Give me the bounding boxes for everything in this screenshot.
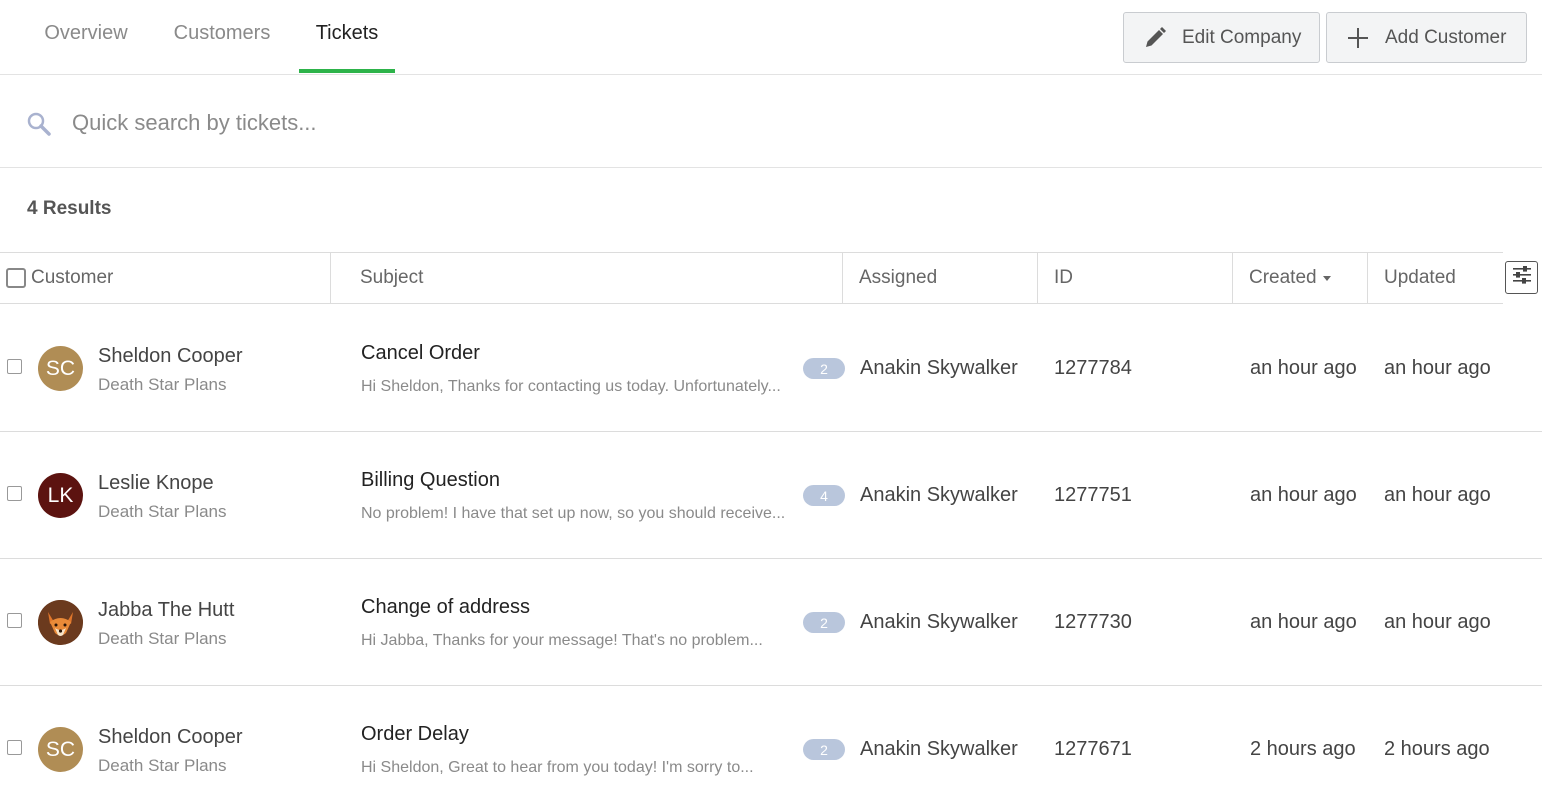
created-time: an hour ago bbox=[1250, 357, 1357, 379]
add-customer-label: Add Customer bbox=[1385, 26, 1507, 48]
sort-desc-icon bbox=[1322, 275, 1331, 281]
column-label: Customer bbox=[31, 267, 114, 288]
avatar-initials: SC bbox=[45, 356, 76, 380]
column-label: ID bbox=[1054, 267, 1073, 288]
column-label: Subject bbox=[360, 267, 424, 288]
column-header-customer[interactable]: Customer bbox=[0, 253, 331, 303]
plus-icon bbox=[1345, 25, 1371, 51]
updated-time: an hour ago bbox=[1384, 611, 1491, 633]
pencil-icon bbox=[1142, 25, 1168, 51]
table-header: Customer Subject Assigned ID Created Upd… bbox=[0, 252, 1503, 304]
ticket-id: 1277784 bbox=[1054, 357, 1132, 379]
ticket-preview: Hi Sheldon, Great to hear from you today… bbox=[361, 759, 754, 776]
message-count-badge: 2 bbox=[803, 358, 845, 379]
edit-company-label: Edit Company bbox=[1182, 26, 1302, 48]
column-header-subject[interactable]: Subject bbox=[331, 253, 843, 303]
table-row[interactable]: SC Sheldon Cooper Death Star Plans Cance… bbox=[0, 305, 1542, 432]
created-time: 2 hours ago bbox=[1250, 738, 1356, 760]
edit-company-button[interactable]: Edit Company bbox=[1123, 12, 1320, 63]
assigned-agent: Anakin Skywalker bbox=[860, 611, 1018, 633]
table-row[interactable]: LK Leslie Knope Death Star Plans Billing… bbox=[0, 432, 1542, 559]
customer-company: Death Star Plans bbox=[98, 375, 227, 394]
row-checkbox[interactable] bbox=[7, 359, 22, 374]
column-header-assigned[interactable]: Assigned bbox=[843, 253, 1038, 303]
ticket-preview: No problem! I have that set up now, so y… bbox=[361, 505, 786, 522]
ticket-subject[interactable]: Order Delay bbox=[361, 723, 469, 746]
avatar-initials: LK bbox=[47, 483, 74, 507]
ticket-subject[interactable]: Cancel Order bbox=[361, 342, 480, 365]
column-label: Updated bbox=[1384, 267, 1456, 288]
avatar: SC bbox=[38, 727, 83, 772]
sliders-icon bbox=[1511, 264, 1533, 291]
row-checkbox[interactable] bbox=[7, 613, 22, 628]
table-row[interactable]: SC Sheldon Cooper Death Star Plans Order… bbox=[0, 686, 1542, 810]
customer-company: Death Star Plans bbox=[98, 502, 227, 521]
search-bar bbox=[0, 75, 1542, 168]
customer-name[interactable]: Sheldon Cooper bbox=[98, 726, 243, 749]
select-all-checkbox[interactable] bbox=[6, 268, 26, 288]
updated-time: an hour ago bbox=[1384, 357, 1491, 379]
assigned-agent: Anakin Skywalker bbox=[860, 738, 1018, 760]
ticket-id: 1277751 bbox=[1054, 484, 1132, 506]
message-count-badge: 2 bbox=[803, 612, 845, 633]
column-header-created[interactable]: Created bbox=[1233, 253, 1368, 303]
ticket-preview: Hi Sheldon, Thanks for contacting us tod… bbox=[361, 378, 781, 395]
customer-name[interactable]: Jabba The Hutt bbox=[98, 599, 234, 622]
assigned-agent: Anakin Skywalker bbox=[860, 484, 1018, 506]
tab-tickets[interactable]: Tickets bbox=[299, 0, 395, 73]
avatar: LK bbox=[38, 473, 83, 518]
ticket-id: 1277671 bbox=[1054, 738, 1132, 760]
table-row[interactable]: Jabba The Hutt Death Star Plans Change o… bbox=[0, 559, 1542, 686]
column-label: Created bbox=[1249, 267, 1317, 288]
ticket-id: 1277730 bbox=[1054, 611, 1132, 633]
column-header-id[interactable]: ID bbox=[1038, 253, 1233, 303]
row-checkbox[interactable] bbox=[7, 486, 22, 501]
row-checkbox[interactable] bbox=[7, 740, 22, 755]
assigned-agent: Anakin Skywalker bbox=[860, 357, 1018, 379]
ticket-preview: Hi Jabba, Thanks for your message! That'… bbox=[361, 632, 763, 649]
search-input[interactable] bbox=[72, 105, 972, 141]
search-icon bbox=[26, 111, 52, 137]
avatar: SC bbox=[38, 346, 83, 391]
customer-company: Death Star Plans bbox=[98, 756, 227, 775]
customer-name[interactable]: Sheldon Cooper bbox=[98, 345, 243, 368]
tab-overview[interactable]: Overview bbox=[28, 0, 144, 73]
ticket-subject[interactable]: Change of address bbox=[361, 596, 530, 619]
customer-company: Death Star Plans bbox=[98, 629, 227, 648]
updated-time: an hour ago bbox=[1384, 484, 1491, 506]
message-count-badge: 4 bbox=[803, 485, 845, 506]
tab-customers[interactable]: Customers bbox=[158, 0, 286, 73]
fox-avatar-icon bbox=[38, 600, 83, 645]
customer-name[interactable]: Leslie Knope bbox=[98, 472, 214, 495]
created-time: an hour ago bbox=[1250, 611, 1357, 633]
ticket-subject[interactable]: Billing Question bbox=[361, 469, 500, 492]
column-settings-button[interactable] bbox=[1505, 261, 1538, 294]
add-customer-button[interactable]: Add Customer bbox=[1326, 12, 1527, 63]
column-header-updated[interactable]: Updated bbox=[1368, 253, 1503, 303]
top-bar: Overview Customers Tickets Edit Company … bbox=[0, 0, 1542, 75]
created-time: an hour ago bbox=[1250, 484, 1357, 506]
message-count-badge: 2 bbox=[803, 739, 845, 760]
results-count: 4 Results bbox=[27, 198, 112, 219]
avatar-initials: SC bbox=[45, 737, 76, 761]
column-label: Assigned bbox=[859, 267, 938, 288]
updated-time: 2 hours ago bbox=[1384, 738, 1490, 760]
